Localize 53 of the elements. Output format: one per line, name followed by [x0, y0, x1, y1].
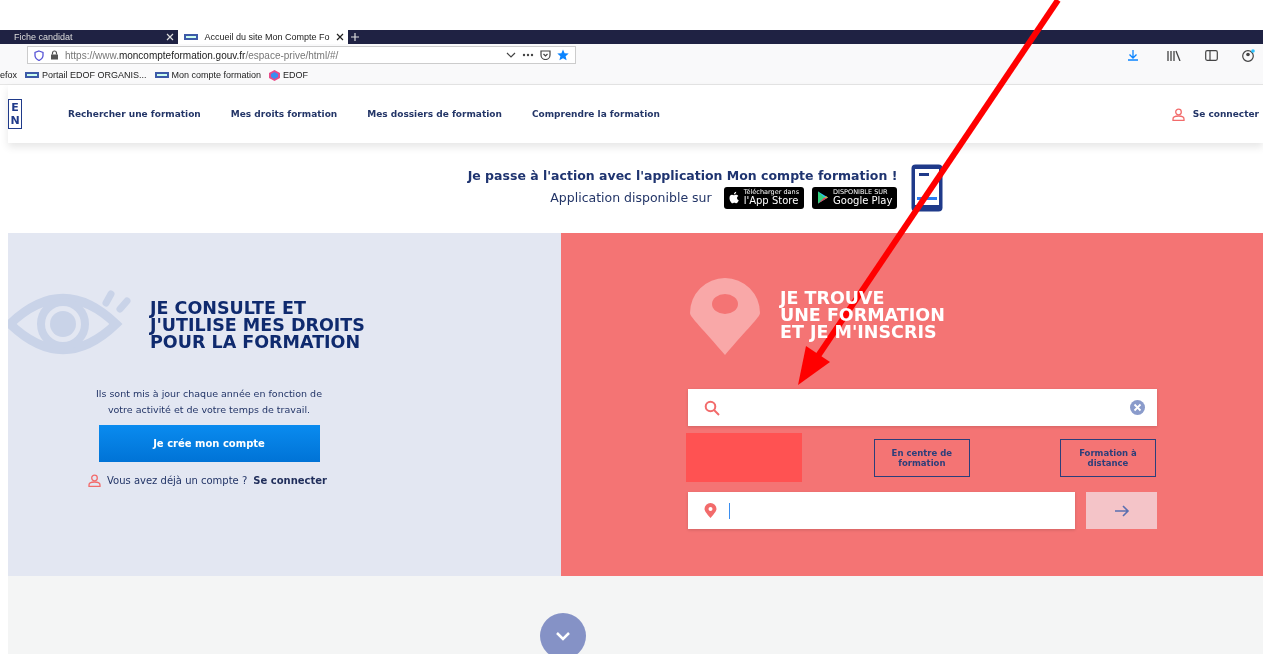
user-icon: [1171, 107, 1185, 121]
scroll-down-button[interactable]: [539, 613, 586, 654]
apple-icon: [728, 191, 740, 204]
site-icon: [154, 70, 169, 80]
close-icon[interactable]: [336, 33, 344, 41]
section-title: JE CONSULTE ET J'UTILISE MES DROITS POUR LA FORMATION: [150, 299, 365, 351]
clear-icon[interactable]: [1130, 400, 1145, 415]
nav-link[interactable]: Comprendre la formation: [531, 109, 660, 119]
play-icon: [817, 191, 830, 204]
promo-title: Je passe à l'action avec l'application Mon compte formation !: [467, 167, 898, 183]
lock-icon: [50, 50, 59, 60]
sidebar-icon[interactable]: [1205, 49, 1218, 61]
download-icon[interactable]: [1127, 49, 1139, 61]
bookmark-item[interactable]: EDOF: [269, 69, 309, 81]
more-icon: [522, 53, 534, 57]
account-question: Vous avez déjà un compte ?: [107, 475, 248, 486]
location-field[interactable]: [688, 492, 1075, 529]
filter-button[interactable]: En centre de formation: [873, 438, 970, 477]
library-icon[interactable]: [1167, 49, 1181, 61]
search-icon: [704, 399, 720, 416]
text-cursor: [729, 502, 730, 519]
description-text: Ils sont mis à jour chaque année en fonction de votre activité et de votre temps de travail.: [95, 387, 323, 417]
pin-icon: [704, 502, 717, 519]
user-icon: [88, 474, 101, 487]
pocket-icon[interactable]: [540, 50, 551, 60]
chevron-down-icon: [506, 51, 516, 59]
login-link[interactable]: Se connecter: [253, 475, 327, 486]
site-icon: [25, 70, 39, 80]
bookmark-item[interactable]: efox: [0, 70, 17, 80]
arrow-right-icon: [1113, 503, 1130, 518]
hexagon-icon: [269, 69, 281, 81]
site-icon: [184, 32, 198, 42]
logo[interactable]: E N: [8, 99, 22, 129]
chevron-down-icon: [554, 631, 571, 641]
filter-button[interactable]: Formation à distance: [1059, 438, 1156, 477]
shield-icon: [34, 49, 44, 61]
star-icon[interactable]: [557, 49, 569, 61]
login-link[interactable]: Se connecter: [1192, 109, 1259, 119]
account-icon[interactable]: [1242, 48, 1255, 62]
nav-link[interactable]: Rechercher une formation: [68, 109, 201, 119]
bookmark-item[interactable]: Portail EDOF ORGANIS...: [25, 70, 147, 80]
nav-link[interactable]: Mes dossiers de formation: [367, 109, 502, 119]
browser-tab[interactable]: Fiche candidat: [8, 30, 178, 44]
url-field[interactable]: https://www.moncompteformation.gouv.fr/espace-prive/html/#/: [27, 46, 576, 64]
location-pin-icon: [688, 277, 762, 357]
url-text: https://www.moncompteformation.gouv.fr/espace-prive/html/#/: [65, 49, 339, 61]
promo-subtitle: Application disponible sur: [550, 190, 712, 205]
nav-link[interactable]: Mes droits formation: [230, 109, 338, 119]
bookmark-item[interactable]: Mon compte formation: [154, 70, 262, 80]
browser-tab[interactable]: Accueil du site Mon Compte Fo: [178, 30, 348, 44]
search-field[interactable]: [688, 389, 1157, 426]
plus-icon[interactable]: [348, 30, 362, 44]
create-account-button[interactable]: Je crée mon compte: [98, 425, 320, 462]
